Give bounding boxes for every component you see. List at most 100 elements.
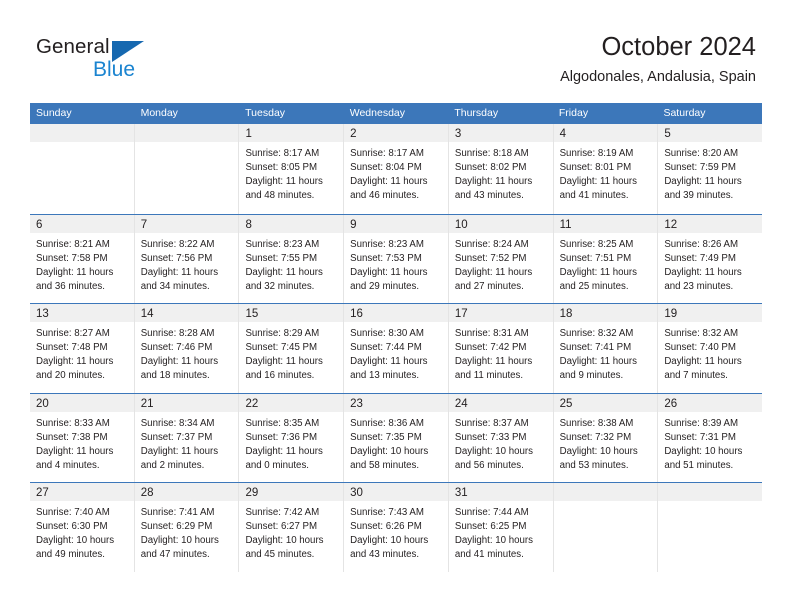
day-detail-line: Sunset: 7:55 PM bbox=[245, 252, 318, 264]
day-details: Sunrise: 8:20 AM Sunset: 7:59 PM Daylight:… bbox=[658, 142, 762, 203]
day-cell-8[interactable]: 8 Sunrise: 8:23 AM Sunset: 7:55 PM Daylight… bbox=[238, 214, 344, 303]
day-detail-line: and 56 minutes. bbox=[454, 459, 524, 471]
day-detail-line: Sunrise: 8:37 AM bbox=[454, 417, 529, 429]
day-details: Sunrise: 8:31 AM Sunset: 7:42 PM Daylight:… bbox=[449, 322, 553, 383]
calendar-week-row: 20 Sunrise: 8:33 AM Sunset: 7:38 PM Dayligh… bbox=[30, 392, 763, 483]
day-detail-line: Sunrise: 8:30 AM bbox=[350, 328, 424, 339]
date-number: 20 bbox=[36, 397, 49, 410]
day-cell-6[interactable]: 6 Sunrise: 8:21 AM Sunset: 7:58 PM Daylight… bbox=[30, 214, 134, 304]
day-details: Sunrise: 8:17 AM Sunset: 8:04 PM Daylight:… bbox=[344, 142, 448, 203]
day-details: Sunrise: 8:30 AM Sunset: 7:44 PM Daylight:… bbox=[344, 322, 448, 383]
day-detail-line: Sunrise: 7:41 AM bbox=[140, 507, 215, 518]
day-cell-5[interactable]: 5 Sunrise: 8:20 AM Sunset: 7:59 PM Daylight… bbox=[657, 124, 763, 214]
day-cell-29[interactable]: 29 Sunrise: 7:42 AM Sunset: 6:27 PM Dayligh… bbox=[238, 483, 344, 572]
day-cell-21[interactable]: 21 Sunrise: 8:34 AM Sunset: 7:37 PM Dayligh… bbox=[133, 393, 239, 482]
day-cell-11[interactable]: 11 Sunrise: 8:25 AM Sunset: 7:51 PM Dayligh… bbox=[552, 214, 658, 303]
day-detail-line: and 47 minutes. bbox=[140, 549, 210, 561]
date-number-band: 22 bbox=[239, 393, 344, 412]
day-detail-line: Daylight: 11 hours bbox=[245, 445, 323, 457]
day-detail-line: and 34 minutes. bbox=[140, 280, 210, 292]
day-cell-22[interactable]: 22 Sunrise: 8:35 AM Sunset: 7:36 PM Dayligh… bbox=[238, 393, 344, 482]
day-details: Sunrise: 8:34 AM Sunset: 7:37 PM Daylight:… bbox=[135, 412, 239, 473]
day-detail-line: Sunset: 7:33 PM bbox=[454, 431, 527, 443]
date-number-band bbox=[134, 124, 239, 142]
date-number: 13 bbox=[36, 308, 49, 320]
date-number-band: 24 bbox=[448, 393, 553, 412]
day-detail-line: Sunset: 7:36 PM bbox=[245, 431, 318, 443]
day-cell-31[interactable]: 31 Sunrise: 7:44 AM Sunset: 6:25 PM Dayligh… bbox=[447, 483, 553, 572]
day-cell-30[interactable]: 30 Sunrise: 7:43 AM Sunset: 6:26 PM Dayligh… bbox=[343, 483, 448, 572]
day-cell-23[interactable]: 23 Sunrise: 8:36 AM Sunset: 7:35 PM Dayligh… bbox=[343, 393, 448, 482]
day-detail-line: Sunrise: 8:23 AM bbox=[245, 238, 320, 250]
day-cell-24[interactable]: 24 Sunrise: 8:37 AM Sunset: 7:33 PM Dayligh… bbox=[447, 393, 553, 482]
day-detail-line: Daylight: 11 hours bbox=[664, 176, 742, 188]
day-detail-line: Sunset: 8:04 PM bbox=[350, 162, 422, 174]
day-details: Sunrise: 8:39 AM Sunset: 7:31 PM Daylight:… bbox=[658, 412, 762, 473]
calendar-week-row: 13 Sunrise: 8:27 AM Sunset: 7:48 PM Dayligh… bbox=[30, 303, 763, 393]
day-detail-line: Sunrise: 8:36 AM bbox=[350, 417, 424, 429]
weekday-header-tuesday: Tuesday bbox=[245, 107, 286, 119]
calendar-grid: Sunday Monday Tuesday Wednesday Thursday Frid… bbox=[30, 103, 763, 572]
date-number-band: 4 bbox=[553, 124, 658, 142]
day-details: Sunrise: 8:32 AM Sunset: 7:40 PM Daylight:… bbox=[658, 322, 762, 383]
day-cell-12[interactable]: 12 Sunrise: 8:26 AM Sunset: 7:49 PM Dayligh… bbox=[657, 214, 763, 303]
date-number-band: 18 bbox=[553, 304, 658, 322]
date-number-band: 6 bbox=[30, 214, 134, 233]
day-cell-1[interactable]: 1 Sunrise: 8:17 AM Sunset: 8:05 PM Daylight… bbox=[238, 124, 344, 214]
day-cell-10[interactable]: 10 Sunrise: 8:24 AM Sunset: 7:52 PM Dayligh… bbox=[447, 214, 553, 303]
day-cell-15[interactable]: 15 Sunrise: 8:29 AM Sunset: 7:45 PM Dayligh… bbox=[238, 304, 344, 393]
day-detail-line: Sunset: 7:42 PM bbox=[454, 342, 527, 354]
date-number: 4 bbox=[559, 128, 566, 140]
date-number-band: 28 bbox=[134, 483, 239, 501]
day-details: Sunrise: 8:17 AM Sunset: 8:05 PM Daylight:… bbox=[239, 142, 343, 203]
day-detail-line: Sunrise: 8:18 AM bbox=[454, 148, 529, 159]
day-cell-7[interactable]: 7 Sunrise: 8:22 AM Sunset: 7:56 PM Daylight… bbox=[133, 214, 239, 303]
day-detail-line: Daylight: 11 hours bbox=[140, 445, 219, 457]
day-detail-line: Daylight: 11 hours bbox=[245, 356, 323, 368]
day-cell-27[interactable]: 27 Sunrise: 7:40 AM Sunset: 6:30 PM Dayligh… bbox=[30, 483, 134, 572]
day-cell-13[interactable]: 13 Sunrise: 8:27 AM Sunset: 7:48 PM Dayligh… bbox=[30, 304, 134, 393]
day-cell-19[interactable]: 19 Sunrise: 8:32 AM Sunset: 7:40 PM Dayligh… bbox=[657, 304, 763, 393]
day-detail-line: Sunset: 7:56 PM bbox=[140, 252, 213, 264]
day-detail-line: Daylight: 11 hours bbox=[140, 356, 219, 368]
date-number-band: 25 bbox=[553, 393, 658, 412]
day-cell-17[interactable]: 17 Sunrise: 8:31 AM Sunset: 7:42 PM Dayligh… bbox=[447, 304, 553, 393]
day-cell-2[interactable]: 2 Sunrise: 8:17 AM Sunset: 8:04 PM Daylight… bbox=[343, 124, 448, 214]
day-cell-3[interactable]: 3 Sunrise: 8:18 AM Sunset: 8:02 PM Daylight… bbox=[447, 124, 553, 214]
day-detail-line: Sunset: 6:29 PM bbox=[140, 521, 213, 533]
date-number-band: 21 bbox=[134, 393, 239, 412]
day-cell-28[interactable]: 28 Sunrise: 7:41 AM Sunset: 6:29 PM Dayligh… bbox=[133, 483, 239, 572]
day-cell-9[interactable]: 9 Sunrise: 8:23 AM Sunset: 7:53 PM Daylight… bbox=[343, 214, 448, 303]
day-details: Sunrise: 8:26 AM Sunset: 7:49 PM Daylight:… bbox=[658, 233, 762, 294]
day-cell-16[interactable]: 16 Sunrise: 8:30 AM Sunset: 7:44 PM Dayligh… bbox=[343, 304, 448, 393]
day-cell-26[interactable]: 26 Sunrise: 8:39 AM Sunset: 7:31 PM Dayligh… bbox=[657, 393, 763, 482]
calendar-week-row: 1 Sunrise: 8:17 AM Sunset: 8:05 PM Daylight… bbox=[30, 124, 763, 214]
day-detail-line: Sunrise: 7:40 AM bbox=[36, 507, 110, 518]
day-cell-25[interactable]: 25 Sunrise: 8:38 AM Sunset: 7:32 PM Dayligh… bbox=[552, 393, 658, 482]
date-number: 17 bbox=[454, 308, 468, 320]
day-detail-line: Sunrise: 7:42 AM bbox=[245, 507, 320, 518]
day-cell-empty bbox=[30, 124, 134, 214]
date-number: 18 bbox=[559, 308, 573, 320]
day-cell-4[interactable]: 4 Sunrise: 8:19 AM Sunset: 8:01 PM Daylight… bbox=[552, 124, 658, 214]
date-number-band: 27 bbox=[30, 483, 134, 501]
weekday-header-sunday: Sunday bbox=[36, 107, 72, 119]
general-blue-logo[interactable]: General Blue bbox=[36, 36, 216, 88]
day-detail-line: Sunset: 8:02 PM bbox=[454, 162, 527, 174]
day-details: Sunrise: 7:42 AM Sunset: 6:27 PM Daylight:… bbox=[239, 501, 343, 562]
date-number-band: 19 bbox=[658, 304, 763, 322]
date-number: 28 bbox=[140, 487, 154, 499]
day-detail-line: and 36 minutes. bbox=[36, 280, 105, 292]
day-cell-14[interactable]: 14 Sunrise: 8:28 AM Sunset: 7:46 PM Dayligh… bbox=[133, 304, 239, 393]
day-detail-line: and 53 minutes. bbox=[559, 459, 629, 471]
day-cell-18[interactable]: 18 Sunrise: 8:32 AM Sunset: 7:41 PM Dayligh… bbox=[552, 304, 658, 393]
day-detail-line: Sunrise: 8:17 AM bbox=[350, 148, 424, 159]
weekday-header-row: Sunday Monday Tuesday Wednesday Thursday Frid… bbox=[30, 103, 762, 124]
date-number-band: 29 bbox=[239, 483, 344, 501]
day-detail-line: and 43 minutes. bbox=[454, 190, 524, 202]
day-detail-line: Daylight: 10 hours bbox=[350, 535, 429, 547]
day-cell-20[interactable]: 20 Sunrise: 8:33 AM Sunset: 7:38 PM Dayligh… bbox=[30, 393, 134, 483]
day-detail-line: Sunrise: 8:26 AM bbox=[664, 238, 739, 250]
day-detail-line: Daylight: 11 hours bbox=[36, 266, 114, 278]
day-detail-line: Sunrise: 8:29 AM bbox=[245, 328, 320, 339]
